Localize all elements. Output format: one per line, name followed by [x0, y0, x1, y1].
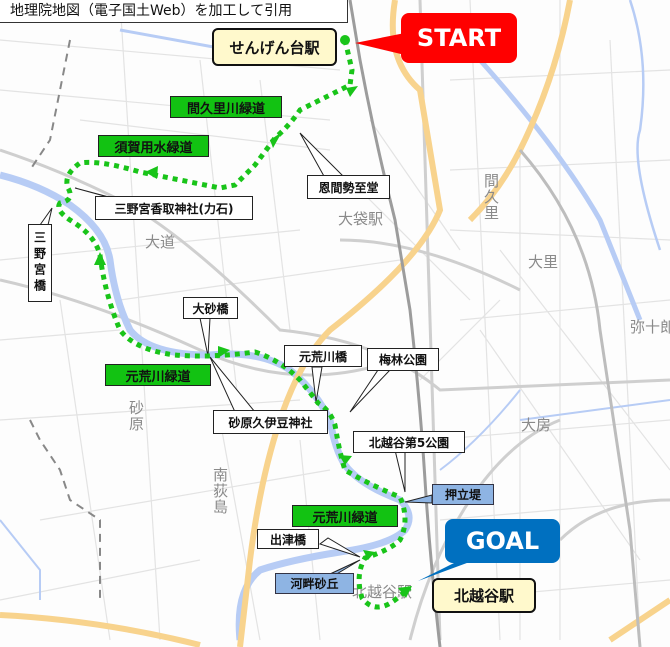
place-oobukuro-station: 大袋駅 — [338, 210, 384, 228]
creek-far-east — [628, 0, 662, 251]
place-oomichi: 大道 — [145, 233, 176, 251]
spot-sannomiya-bridge: 三野宮橋 — [28, 224, 52, 302]
spot-kahan-sakyu: 河畔砂丘 — [275, 573, 354, 594]
spot-dezu-bridge: 出津橋 — [257, 529, 319, 549]
route-map: 千間台西 大袋駅 大道 間久里 大里 弥十郎 砂原 南荻島 大房 北越谷駅 — [0, 0, 670, 647]
trail-label-motoarakawa-1: 元荒川緑道 — [105, 364, 211, 386]
place-yajurou: 弥十郎 — [630, 318, 670, 336]
map-credit: 地理院地図（電子国土Web）を加工して引用 — [0, 0, 348, 23]
spot-motoarakawa-bridge: 元荒川橋 — [284, 345, 362, 367]
place-minami-ogishima: 南荻島 — [211, 467, 229, 515]
creek-west — [0, 519, 41, 600]
place-oosato: 大里 — [528, 253, 559, 271]
spot-bairin-park: 梅林公園 — [367, 348, 439, 371]
minor-streets — [0, 0, 670, 641]
place-makuri: 間久里 — [482, 173, 500, 221]
secondary-roads — [0, 0, 670, 641]
trail-label-motoarakawa-2: 元荒川緑道 — [292, 505, 398, 527]
goal-callout: GOAL — [445, 519, 560, 563]
rivers — [0, 0, 670, 641]
start-callout: START — [401, 13, 517, 63]
place-sunahara: 砂原 — [127, 400, 145, 432]
motoarakawa-river — [0, 171, 413, 641]
trail-label-makuri-river: 間久里川緑道 — [170, 96, 282, 118]
base-map — [0, 0, 670, 647]
spot-sannomiya-katori-shrine: 三野宮香取神社(力石) — [95, 196, 253, 220]
place-kitakoshigaya-station: 北越谷駅 — [352, 583, 413, 601]
railway-east — [518, 149, 642, 647]
spot-oshitate-tsutsumi: 押立堤 — [432, 484, 494, 505]
goal-station-label: 北越谷駅 — [432, 578, 536, 613]
place-oofusa: 大房 — [521, 416, 552, 434]
spot-kitakoshigaya-park5: 北越谷第5公園 — [353, 431, 465, 453]
spot-oosuna-bridge: 大砂橋 — [183, 297, 238, 319]
spot-onma-seishido: 恩間勢至堂 — [307, 175, 390, 199]
trail-label-suga-irrigation: 須賀用水緑道 — [98, 135, 209, 157]
start-station-label: せんげん台駅 — [212, 28, 337, 66]
spot-sunahara-izu-shrine: 砂原久伊豆神社 — [213, 410, 328, 434]
